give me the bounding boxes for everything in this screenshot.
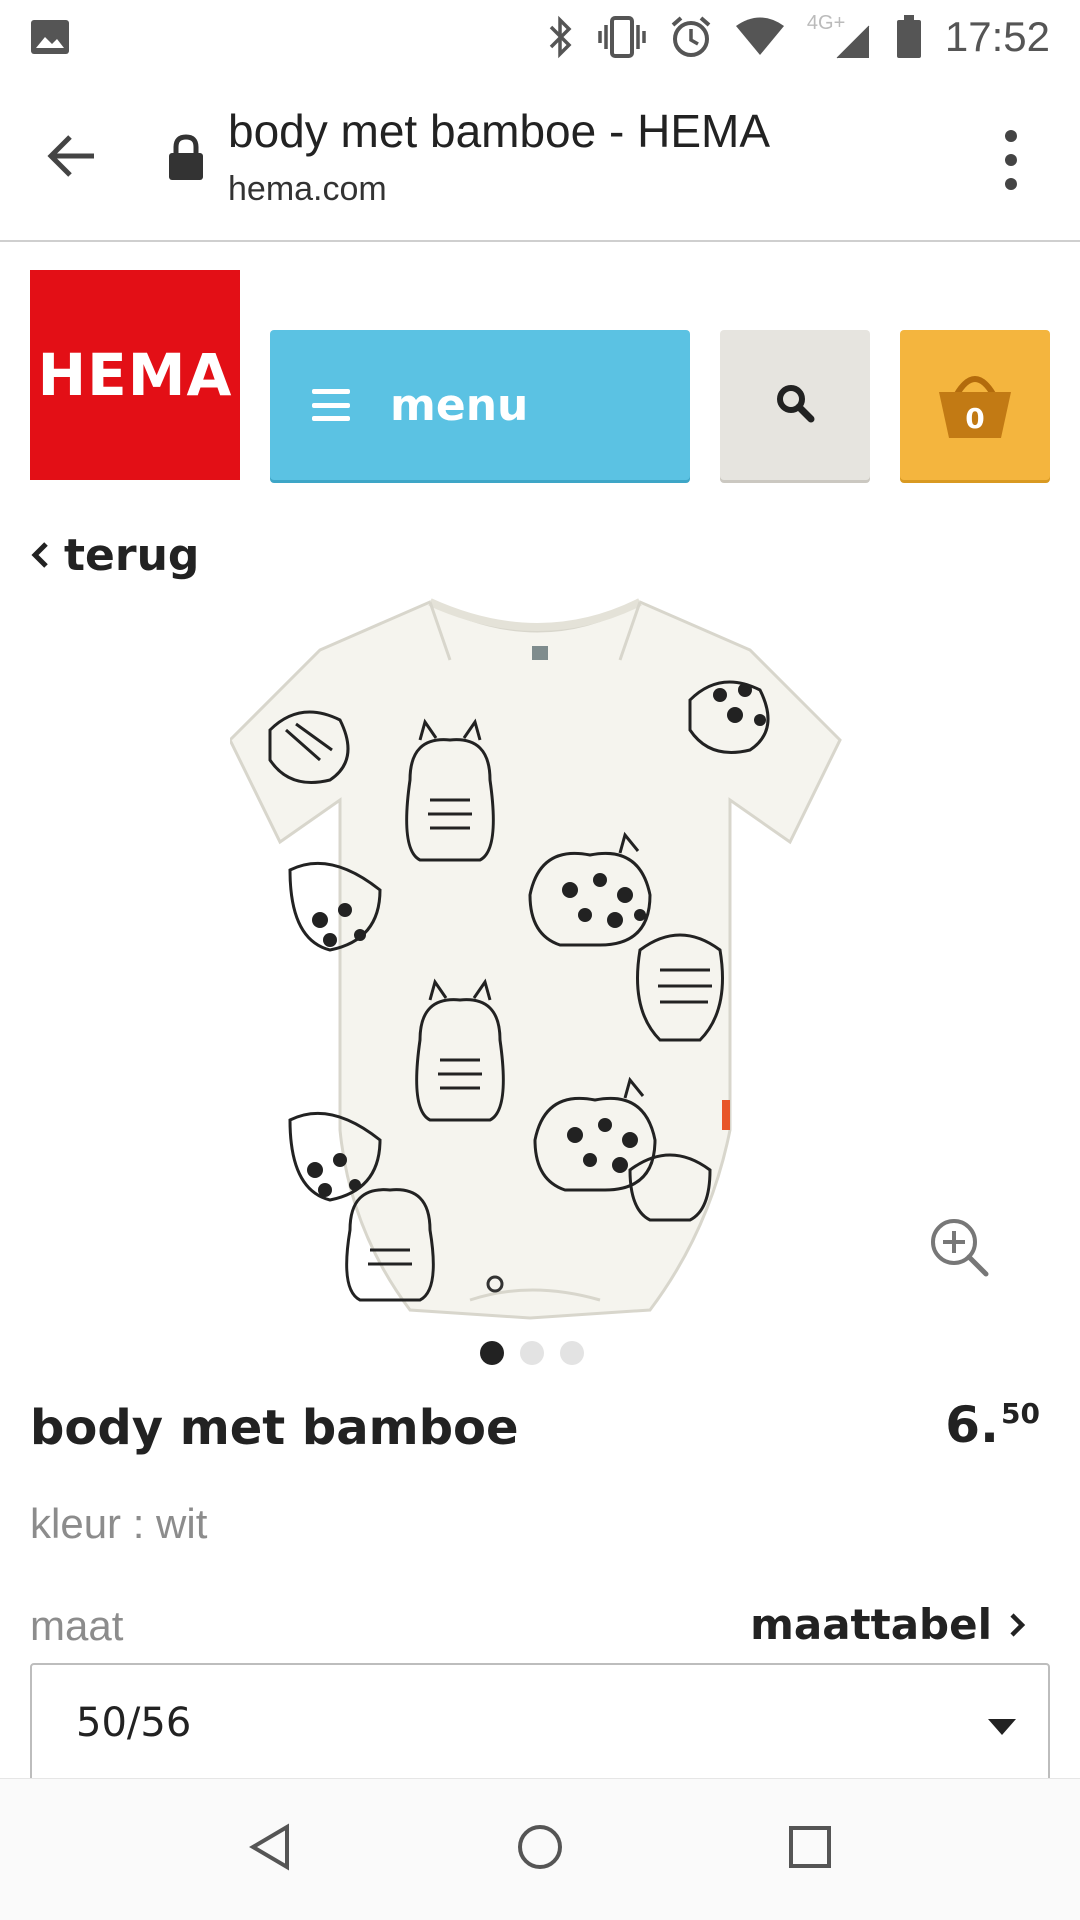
- product-price: 6 . 50: [945, 1396, 1040, 1454]
- dropdown-caret-icon: [988, 1719, 1016, 1735]
- size-chart-label: maattabel: [750, 1600, 992, 1649]
- chevron-right-icon: [1008, 1600, 1026, 1649]
- chevron-left-icon: [30, 530, 50, 581]
- carousel-dot[interactable]: [520, 1341, 544, 1365]
- cart-button[interactable]: 0: [900, 330, 1050, 480]
- price-separator: .: [980, 1396, 1000, 1454]
- hema-logo[interactable]: HEMA: [30, 270, 240, 480]
- size-select-value: 50/56: [76, 1700, 192, 1746]
- price-whole: 6: [945, 1396, 981, 1454]
- size-chart-link[interactable]: maattabel: [750, 1600, 1026, 1649]
- product-color: kleur : wit: [30, 1500, 208, 1547]
- status-bar: 4G+ 17:52: [0, 0, 1080, 74]
- nav-recents-icon[interactable]: [778, 1815, 842, 1879]
- browser-toolbar: body met bamboe - HEMA hema.com: [0, 74, 1080, 242]
- url-text[interactable]: hema.com: [228, 170, 387, 209]
- cart-count-badge: 0: [965, 402, 985, 435]
- alarm-icon: [669, 15, 713, 59]
- status-time: 17:52: [944, 13, 1050, 60]
- back-link-label: terug: [64, 530, 200, 581]
- wifi-icon: [735, 17, 785, 57]
- lock-icon[interactable]: [166, 134, 206, 182]
- battery-icon: [895, 14, 923, 60]
- search-button[interactable]: [720, 330, 870, 480]
- menu-button-label: menu: [390, 379, 529, 431]
- nav-back-icon[interactable]: [238, 1815, 302, 1879]
- size-select[interactable]: 50/56: [30, 1663, 1050, 1783]
- size-label: maat: [30, 1602, 124, 1649]
- carousel-dot[interactable]: [560, 1341, 584, 1365]
- system-nav-bar: [0, 1778, 1080, 1920]
- back-arrow-icon[interactable]: [44, 128, 100, 184]
- carousel-dot[interactable]: [480, 1341, 504, 1365]
- price-cents: 50: [1001, 1397, 1040, 1430]
- product-name: body met bamboe: [30, 1400, 519, 1456]
- signal-icon: 4G+: [807, 12, 873, 62]
- zoom-in-icon[interactable]: [928, 1216, 992, 1280]
- menu-button[interactable]: menu: [270, 330, 690, 480]
- back-link[interactable]: terug: [30, 530, 199, 581]
- network-type-label: 4G+: [806, 12, 846, 34]
- bluetooth-icon: [545, 15, 575, 59]
- nav-home-icon[interactable]: [508, 1815, 572, 1879]
- product-image[interactable]: [228, 590, 850, 1330]
- gallery-icon: [30, 19, 70, 55]
- carousel-dots: [480, 1341, 584, 1365]
- page-title[interactable]: body met bamboe - HEMA: [228, 104, 770, 158]
- search-icon: [775, 383, 815, 428]
- more-options-icon[interactable]: [996, 130, 1026, 190]
- hamburger-icon: [312, 389, 350, 421]
- vibrate-icon: [597, 15, 647, 59]
